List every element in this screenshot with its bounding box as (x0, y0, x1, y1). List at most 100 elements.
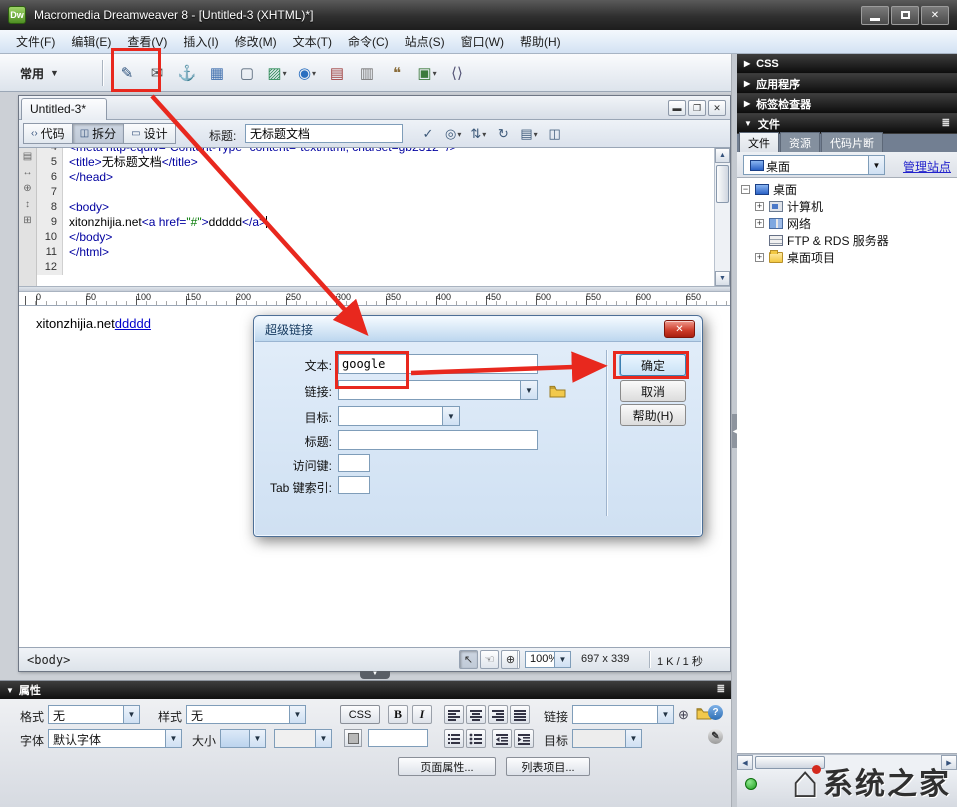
dropdown-arrow-icon[interactable]: ▾ (312, 69, 316, 78)
hyperlink-link-combo[interactable]: ▼ (338, 380, 538, 400)
align-center-button[interactable] (466, 705, 486, 724)
email-link-icon[interactable]: ✉ (144, 60, 170, 86)
validate-markup-icon[interactable]: ✓ (417, 124, 439, 144)
doc-title-input[interactable] (245, 124, 403, 143)
ok-button[interactable]: 确定 (620, 354, 686, 376)
menu-item[interactable]: 命令(C) (340, 30, 397, 53)
named-anchor-icon[interactable]: ⚓ (174, 60, 200, 86)
target-dropdown[interactable]: ▼ (572, 729, 642, 748)
visual-aids-icon[interactable]: ◫ (544, 124, 566, 144)
scrollbar-thumb[interactable] (716, 165, 729, 203)
template-icon[interactable]: ▣▾ (414, 60, 440, 86)
panel-menu-icon[interactable]: ≣ (717, 684, 725, 695)
properties-header[interactable]: ▼ 属性 ≣ (0, 681, 731, 699)
collapse-selection-icon[interactable]: ↕ (25, 200, 30, 210)
help-button[interactable]: 帮助(H) (620, 404, 686, 426)
connection-status-icon[interactable] (745, 778, 757, 790)
dropdown-arrow-icon[interactable]: ▾ (283, 69, 287, 78)
date-icon[interactable]: ▤ (324, 60, 350, 86)
minimize-button[interactable] (861, 6, 889, 25)
panel-header-标签检查器[interactable]: ▶标签检查器 (737, 94, 957, 114)
tree-expander-icon[interactable]: + (755, 253, 764, 262)
tag-selector-body[interactable]: <body> (27, 653, 70, 667)
menu-item[interactable]: 窗口(W) (453, 30, 512, 53)
scroll-right-icon[interactable]: ▶ (941, 755, 957, 770)
window-size-value[interactable]: 697 x 339 (581, 653, 629, 665)
size-unit-dropdown[interactable]: ▼ (274, 729, 332, 748)
menu-item[interactable]: 文本(T) (285, 30, 340, 53)
menu-item[interactable]: 编辑(E) (63, 30, 119, 53)
point-to-file-icon[interactable]: ⊕ (678, 707, 689, 723)
scroll-up-icon[interactable]: ▲ (715, 148, 730, 163)
files-tab-代码片断[interactable]: 代码片断 (821, 132, 883, 152)
page-properties-button[interactable]: 页面属性... (398, 757, 496, 776)
media-icon[interactable]: ◉▾ (294, 60, 320, 86)
tree-expander-icon[interactable]: + (755, 202, 764, 211)
hyperlink-target-combo[interactable]: ▼ (338, 406, 460, 426)
font-dropdown[interactable]: 默认字体 ▼ (48, 729, 182, 748)
format-dropdown[interactable]: 无 ▼ (48, 705, 140, 724)
refresh-icon[interactable]: ↻ (492, 124, 514, 144)
menu-item[interactable]: 插入(I) (175, 30, 226, 53)
menu-item[interactable]: 修改(M) (227, 30, 285, 53)
tag-chooser-icon[interactable]: ⟨⟩ (444, 60, 470, 86)
italic-button[interactable]: I (412, 705, 432, 724)
dialog-close-button[interactable]: ✕ (664, 320, 695, 338)
tree-item[interactable]: +计算机 (737, 198, 957, 215)
view-options-icon[interactable]: ▤▾ (517, 124, 540, 144)
doc-minimize-button[interactable]: ▬ (668, 100, 686, 116)
panel-menu-icon[interactable]: ≣ (942, 118, 950, 129)
view-button-设计[interactable]: ▭设计 (123, 123, 175, 144)
panel-header-CSS[interactable]: ▶CSS (737, 54, 957, 74)
file-management-icon[interactable]: ⇅▾ (467, 124, 489, 144)
chevron-down-icon[interactable]: ▼ (520, 381, 537, 399)
collapse-tag-icon[interactable]: ↔ (23, 168, 33, 178)
hand-tool-icon[interactable]: ☜ (480, 650, 499, 669)
code-vertical-scrollbar[interactable]: ▲ ▼ (714, 148, 730, 286)
panel-collapse-notch[interactable]: ▼ (360, 671, 390, 679)
outdent-button[interactable] (492, 729, 512, 748)
css-button[interactable]: CSS (340, 705, 380, 724)
doc-restore-button[interactable]: ❐ (688, 100, 706, 116)
tree-item[interactable]: FTP & RDS 服务器 (737, 232, 957, 249)
unordered-list-button[interactable] (466, 729, 486, 748)
view-button-拆分[interactable]: ◫拆分 (72, 123, 124, 144)
design-text[interactable]: xitonzhijia.netddddd (36, 316, 151, 332)
design-hyperlink[interactable]: ddddd (115, 316, 151, 331)
site-dropdown[interactable]: 桌面 ▼ (743, 155, 885, 175)
restore-button[interactable] (891, 6, 919, 25)
size-dropdown[interactable]: ▼ (220, 729, 266, 748)
image-icon[interactable]: ▨▾ (264, 60, 290, 86)
scrollbar-thumb[interactable] (755, 756, 825, 769)
doc-close-button[interactable]: ✕ (708, 100, 726, 116)
list-item-button[interactable]: 列表项目... (506, 757, 590, 776)
text-color-button[interactable] (344, 729, 362, 747)
zoom-level-dropdown[interactable]: 100% ▼ (525, 651, 571, 668)
code-lines[interactable]: 4<meta http-equiv="Content-Type" content… (37, 148, 714, 286)
align-justify-button[interactable] (510, 705, 530, 724)
align-left-button[interactable] (444, 705, 464, 724)
balance-braces-icon[interactable]: ⊞ (23, 216, 31, 226)
dropdown-arrow-icon[interactable]: ▾ (433, 69, 437, 78)
insert-div-icon[interactable]: ▢ (234, 60, 260, 86)
chevron-down-icon[interactable]: ▼ (442, 407, 459, 425)
style-dropdown[interactable]: 无 ▼ (186, 705, 306, 724)
select-tool-icon[interactable]: ↖ (459, 650, 478, 669)
comment-icon[interactable]: ❝ (384, 60, 410, 86)
link-dropdown[interactable]: ▼ (572, 705, 674, 724)
open-documents-icon[interactable]: ▤ (23, 152, 32, 162)
quick-tag-edit-icon[interactable]: ✎ (708, 729, 723, 744)
manage-sites-link[interactable]: 管理站点 (903, 158, 951, 175)
code-view[interactable]: ▤ ↔ ⊕ ↕ ⊞ 4<meta http-equiv="Content-Type" c… (19, 148, 730, 286)
color-hex-input[interactable] (368, 729, 428, 747)
expand-all-icon[interactable]: ⊕ (23, 184, 31, 194)
help-icon[interactable]: ? (708, 705, 723, 720)
ordered-list-button[interactable] (444, 729, 464, 748)
server-include-icon[interactable]: ▥ (354, 60, 380, 86)
align-right-button[interactable] (488, 705, 508, 724)
document-tab[interactable]: Untitled-3* (21, 98, 107, 120)
files-tab-资源[interactable]: 资源 (780, 132, 820, 152)
files-horizontal-scrollbar[interactable]: ◀ ▶ (737, 754, 957, 770)
tree-item[interactable]: +网络 (737, 215, 957, 232)
tree-expander-icon[interactable]: − (741, 185, 750, 194)
